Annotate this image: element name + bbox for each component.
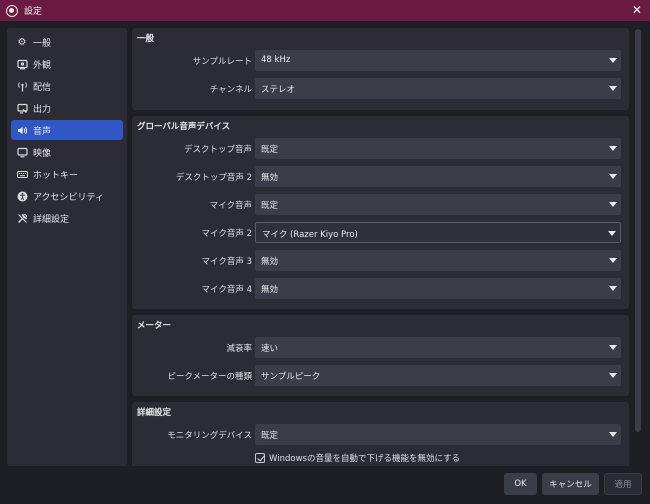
mic-audio-3-label: マイク音声 3 <box>202 255 252 267</box>
channels-select[interactable]: ステレオ <box>255 78 621 99</box>
chevron-down-icon <box>609 373 617 378</box>
accessibility-icon <box>16 190 28 202</box>
cancel-button[interactable]: キャンセル <box>542 473 599 495</box>
select-value: 速い <box>261 342 278 354</box>
desktop-audio-2-label: デスクトップ音声 2 <box>176 171 252 183</box>
sidebar-item-label: ホットキー <box>33 168 78 181</box>
settings-content: 一般 サンプルレート 48 kHz チャンネル ステレオ グローバル音声デバイス… <box>132 28 629 466</box>
select-value: 既定 <box>261 143 278 155</box>
decay-rate-select[interactable]: 速い <box>255 337 621 358</box>
select-value: サンプルピーク <box>261 370 320 382</box>
select-value: 無効 <box>261 283 278 295</box>
sidebar-item-label: 配信 <box>33 80 51 93</box>
peak-meter-type-select[interactable]: サンプルピーク <box>255 365 621 386</box>
sidebar-item-label: 出力 <box>33 102 51 115</box>
select-value: 無効 <box>261 171 278 183</box>
settings-sidebar: ⚙ 一般 外観 配信 出力 音声 映像 ホットキー <box>7 28 127 466</box>
output-icon <box>16 102 28 114</box>
keyboard-icon <box>16 168 28 180</box>
chevron-down-icon <box>609 258 617 263</box>
decay-rate-label: 減衰率 <box>226 342 252 354</box>
vertical-scrollbar[interactable] <box>634 28 642 466</box>
wrench-icon <box>16 212 28 224</box>
chevron-down-icon <box>609 174 617 179</box>
disable-ducking-label: Windowsの音量を自動で下げる機能を無効にする <box>269 452 460 464</box>
advanced-group: 詳細設定 モニタリングデバイス 既定 Windowsの音量を自動で下げる機能を無… <box>132 402 629 466</box>
chevron-down-icon <box>609 86 617 91</box>
select-value: マイク (Razer Kiyo Pro) <box>262 228 358 240</box>
mic-audio-3-select[interactable]: 無効 <box>255 250 621 271</box>
chevron-down-icon <box>609 432 617 437</box>
select-value: 既定 <box>261 429 278 441</box>
window-title: 設定 <box>24 4 42 17</box>
sample-rate-label: サンプルレート <box>193 55 252 67</box>
palette-icon <box>16 58 28 70</box>
peak-meter-type-label: ピークメーターの種類 <box>167 370 252 382</box>
sidebar-item-label: 音声 <box>33 124 51 137</box>
sidebar-item-label: アクセシビリティ <box>33 190 104 203</box>
apply-button[interactable]: 適用 <box>604 473 642 495</box>
chevron-down-icon <box>609 202 617 207</box>
obs-logo-icon <box>6 5 18 17</box>
title-bar: 設定 ✕ <box>0 0 650 21</box>
broadcast-icon <box>16 80 28 92</box>
sidebar-item-label: 一般 <box>33 36 51 49</box>
meters-group: メーター 減衰率 速い ピークメーターの種類 サンプルピーク <box>132 315 629 396</box>
desktop-audio-select[interactable]: 既定 <box>255 138 621 159</box>
chevron-down-icon <box>609 146 617 151</box>
scrollbar-thumb[interactable] <box>635 29 641 432</box>
speaker-icon <box>16 124 28 136</box>
select-value: 48 kHz <box>261 55 290 65</box>
sidebar-item-video[interactable]: 映像 <box>11 142 123 162</box>
disable-ducking-option[interactable]: Windowsの音量を自動で下げる機能を無効にする <box>255 452 460 464</box>
sidebar-item-hotkeys[interactable]: ホットキー <box>11 164 123 184</box>
group-title: メーター <box>137 319 171 331</box>
global-audio-devices-group: グローバル音声デバイス デスクトップ音声 既定 デスクトップ音声 2 無効 マイ… <box>132 116 629 309</box>
monitoring-device-label: モニタリングデバイス <box>167 429 252 441</box>
gear-icon: ⚙ <box>16 36 28 48</box>
sidebar-item-label: 外観 <box>33 58 51 71</box>
group-title: 一般 <box>137 32 154 44</box>
sidebar-item-stream[interactable]: 配信 <box>11 76 123 96</box>
monitoring-device-select[interactable]: 既定 <box>255 424 621 445</box>
sidebar-item-accessibility[interactable]: アクセシビリティ <box>11 186 123 206</box>
select-value: 無効 <box>261 255 278 267</box>
desktop-audio-label: デスクトップ音声 <box>184 143 252 155</box>
mic-audio-4-select[interactable]: 無効 <box>255 278 621 299</box>
sidebar-item-output[interactable]: 出力 <box>11 98 123 118</box>
channels-label: チャンネル <box>210 83 252 95</box>
sidebar-item-general[interactable]: ⚙ 一般 <box>11 32 123 52</box>
sidebar-item-appearance[interactable]: 外観 <box>11 54 123 74</box>
select-value: 既定 <box>261 199 278 211</box>
group-title: グローバル音声デバイス <box>137 120 230 132</box>
sidebar-item-advanced[interactable]: 詳細設定 <box>11 208 123 228</box>
desktop-audio-2-select[interactable]: 無効 <box>255 166 621 187</box>
sidebar-item-label: 詳細設定 <box>33 212 69 225</box>
select-value: ステレオ <box>261 83 295 95</box>
chevron-down-icon <box>609 58 617 63</box>
chevron-down-icon <box>609 286 617 291</box>
sample-rate-select[interactable]: 48 kHz <box>255 50 621 71</box>
mic-audio-4-label: マイク音声 4 <box>202 283 252 295</box>
group-title: 詳細設定 <box>137 406 171 418</box>
sidebar-item-label: 映像 <box>33 146 51 159</box>
mic-audio-2-select[interactable]: マイク (Razer Kiyo Pro) <box>255 222 621 243</box>
monitor-icon <box>16 146 28 158</box>
disable-ducking-checkbox[interactable] <box>255 453 265 463</box>
chevron-down-icon <box>609 345 617 350</box>
ok-button[interactable]: OK <box>504 473 537 495</box>
general-group: 一般 サンプルレート 48 kHz チャンネル ステレオ <box>132 28 629 110</box>
close-icon[interactable]: ✕ <box>630 3 644 17</box>
sidebar-item-audio[interactable]: 音声 <box>11 120 123 140</box>
mic-audio-2-label: マイク音声 2 <box>202 227 252 239</box>
chevron-down-icon <box>608 231 616 236</box>
mic-audio-label: マイク音声 <box>210 199 252 211</box>
mic-audio-select[interactable]: 既定 <box>255 194 621 215</box>
